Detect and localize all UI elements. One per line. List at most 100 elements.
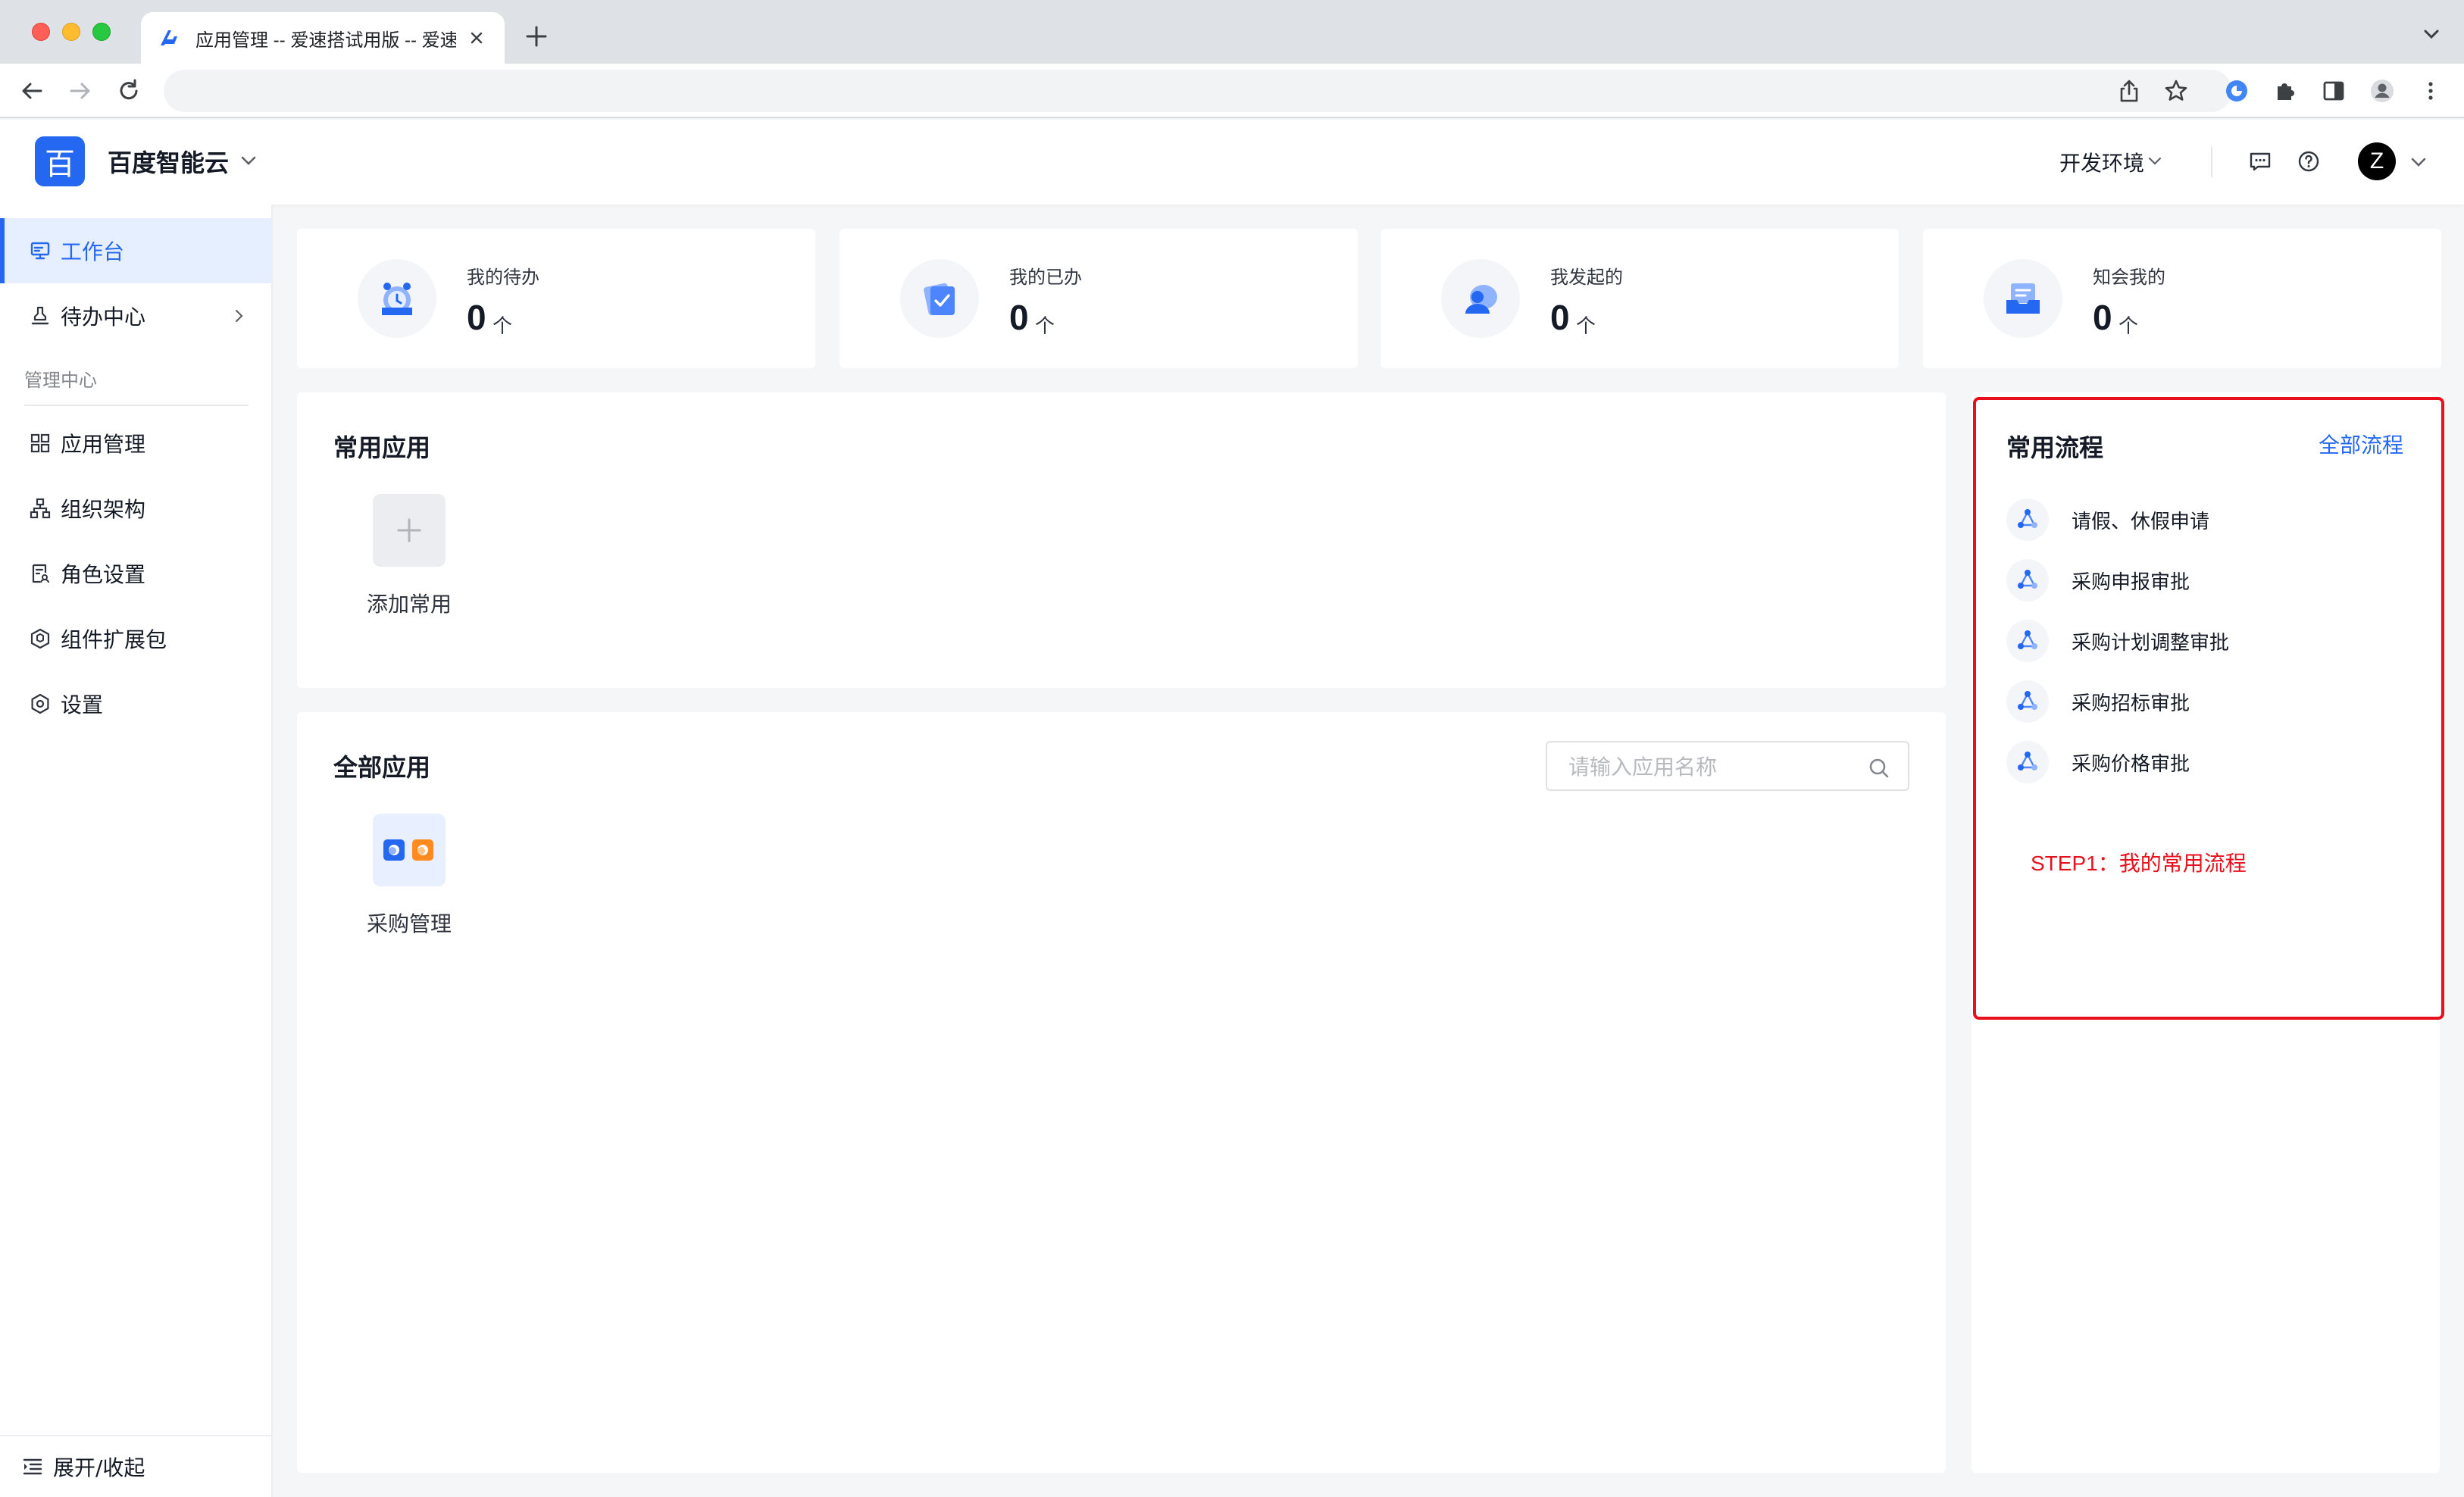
header-divider: [2211, 147, 2212, 177]
add-common-label: 添加常用: [366, 592, 452, 617]
stat-card-cc-me[interactable]: 知会我的 0 个: [1923, 229, 2441, 368]
alarm-clock-icon: [382, 283, 412, 315]
stat-label: 我的已办: [1009, 267, 1082, 288]
sidebar-item-label: 工作台: [61, 239, 125, 264]
browser-tab-active[interactable]: 应用管理 -- 爱速搭试用版 -- 爱速: [141, 12, 505, 64]
sidebar-divider: [24, 405, 249, 406]
sidebar-item-label: 待办中心: [61, 305, 146, 330]
purchase-app-icon: [373, 814, 446, 886]
browser-toolbar: [0, 64, 2464, 118]
add-common-app-button[interactable]: 添加常用: [349, 494, 470, 618]
address-bar[interactable]: [164, 70, 2232, 112]
chevron-down-icon[interactable]: [238, 150, 259, 171]
brand-logo[interactable]: 百: [35, 136, 85, 186]
stat-unit: 个: [1035, 315, 1055, 338]
stat-value: 0: [2093, 298, 2112, 337]
browser-menu-icon[interactable]: [2417, 77, 2444, 105]
search-icon[interactable]: [1867, 756, 1891, 780]
sidebar-item-label: 组件扩展包: [61, 627, 167, 652]
stat-unit: 个: [1576, 315, 1596, 338]
done-check-icon: [924, 283, 955, 316]
common-apps-title: 常用应用: [333, 433, 431, 462]
stat-label: 知会我的: [2093, 267, 2165, 288]
role-doc-icon: [32, 564, 49, 583]
window-minimize-button[interactable]: [62, 23, 80, 41]
back-arrow-icon[interactable]: [18, 77, 45, 105]
inbox-icon: [2006, 283, 2040, 314]
app-search-box[interactable]: [1546, 741, 1909, 791]
sidebar-item-organization[interactable]: 组织架构: [0, 476, 271, 541]
package-icon: [30, 628, 50, 649]
window-zoom-button[interactable]: [92, 23, 111, 41]
annotation-step-note: STEP1：我的常用流程: [2031, 852, 2247, 875]
indent-icon: [23, 1458, 42, 1475]
app-tile-purchase[interactable]: 采购管理: [349, 814, 470, 938]
stat-card-my-done[interactable]: 我的已办 0 个: [840, 229, 1358, 368]
extensions-puzzle-icon[interactable]: [2272, 77, 2299, 105]
chevron-down-icon[interactable]: [2408, 152, 2429, 173]
user-chat-icon: [1465, 285, 1497, 314]
org-tree-icon: [30, 498, 51, 519]
sidebar-item-workbench[interactable]: 工作台: [0, 218, 271, 283]
stat-label: 我的待办: [467, 267, 539, 288]
google-extension-icon[interactable]: [2223, 77, 2250, 105]
chevron-down-icon[interactable]: [2146, 152, 2164, 170]
bookmark-star-icon[interactable]: [2162, 77, 2190, 105]
reload-icon[interactable]: [115, 77, 142, 105]
stat-label: 我发起的: [1550, 267, 1623, 288]
sidebar-collapse-toggle[interactable]: 展开/收起: [0, 1435, 271, 1497]
aisuda-favicon-icon: [161, 30, 177, 45]
stat-icon-wrap: [358, 259, 436, 338]
annotation-highlight-box: [1973, 397, 2444, 1020]
stat-value: 0: [1550, 298, 1570, 337]
browser-tab-bar: 应用管理 -- 爱速搭试用版 -- 爱速: [0, 0, 2464, 64]
monitor-icon: [30, 242, 50, 260]
share-icon[interactable]: [2115, 77, 2143, 105]
grid-icon: [30, 433, 50, 453]
forward-arrow-icon[interactable]: [67, 77, 94, 105]
brand-name[interactable]: 百度智能云: [108, 144, 229, 179]
app-search-input[interactable]: [1568, 753, 1856, 780]
browser-tab-title: 应用管理 -- 爱速搭试用版 -- 爱速: [195, 30, 456, 51]
close-icon[interactable]: [465, 27, 488, 49]
stat-unit: 个: [2118, 315, 2139, 338]
stat-unit: 个: [492, 315, 513, 338]
side-panel-icon[interactable]: [2320, 77, 2347, 105]
sidebar-item-component-packages[interactable]: 组件扩展包: [0, 606, 271, 671]
sidebar: 工作台 待办中心 管理中心 应用管理 组织架构 角色设置 组件扩展包 设置 展开…: [0, 205, 273, 1497]
chevron-right-icon: [235, 309, 243, 323]
all-apps-panel: 全部应用 采购管理: [297, 712, 1946, 1473]
new-tab-plus-icon[interactable]: [523, 23, 550, 50]
settings-icon: [31, 693, 49, 714]
all-apps-title: 全部应用: [333, 753, 431, 782]
sidebar-item-app-management[interactable]: 应用管理: [0, 411, 271, 476]
window-close-button[interactable]: [32, 23, 50, 41]
user-avatar[interactable]: Z: [2358, 142, 2396, 180]
stat-card-my-todo[interactable]: 我的待办 0 个: [297, 229, 815, 368]
stat-value: 0: [467, 298, 486, 337]
environment-selector[interactable]: 开发环境: [2059, 147, 2144, 177]
stat-value: 0: [1009, 298, 1029, 337]
brand-logo-char: 百: [45, 147, 75, 182]
plus-icon: [397, 518, 421, 542]
common-apps-panel: 常用应用 添加常用: [297, 392, 1946, 688]
purchase-app-glyph: [383, 839, 433, 861]
add-tile-icon: [373, 494, 446, 567]
sidebar-group-admin: 管理中心: [24, 370, 97, 391]
sidebar-item-label: 设置: [61, 692, 104, 717]
chevron-down-icon[interactable]: [2420, 23, 2443, 45]
sidebar-item-label: 角色设置: [61, 562, 146, 587]
sidebar-item-settings[interactable]: 设置: [0, 671, 271, 736]
stat-icon-wrap: [900, 259, 979, 338]
app-tile-label: 采购管理: [366, 911, 452, 936]
stat-card-initiated[interactable]: 我发起的 0 个: [1381, 229, 1899, 368]
profile-icon[interactable]: [2369, 77, 2396, 105]
sidebar-item-todo-center[interactable]: 待办中心: [0, 283, 271, 348]
stamp-icon: [31, 306, 49, 325]
sidebar-footer-label: 展开/收起: [53, 1455, 145, 1480]
message-icon[interactable]: [2247, 148, 2273, 174]
stat-icon-wrap: [1441, 259, 1520, 338]
help-icon[interactable]: [2296, 148, 2322, 174]
avatar-letter: Z: [2369, 148, 2384, 173]
sidebar-item-role-settings[interactable]: 角色设置: [0, 541, 271, 606]
